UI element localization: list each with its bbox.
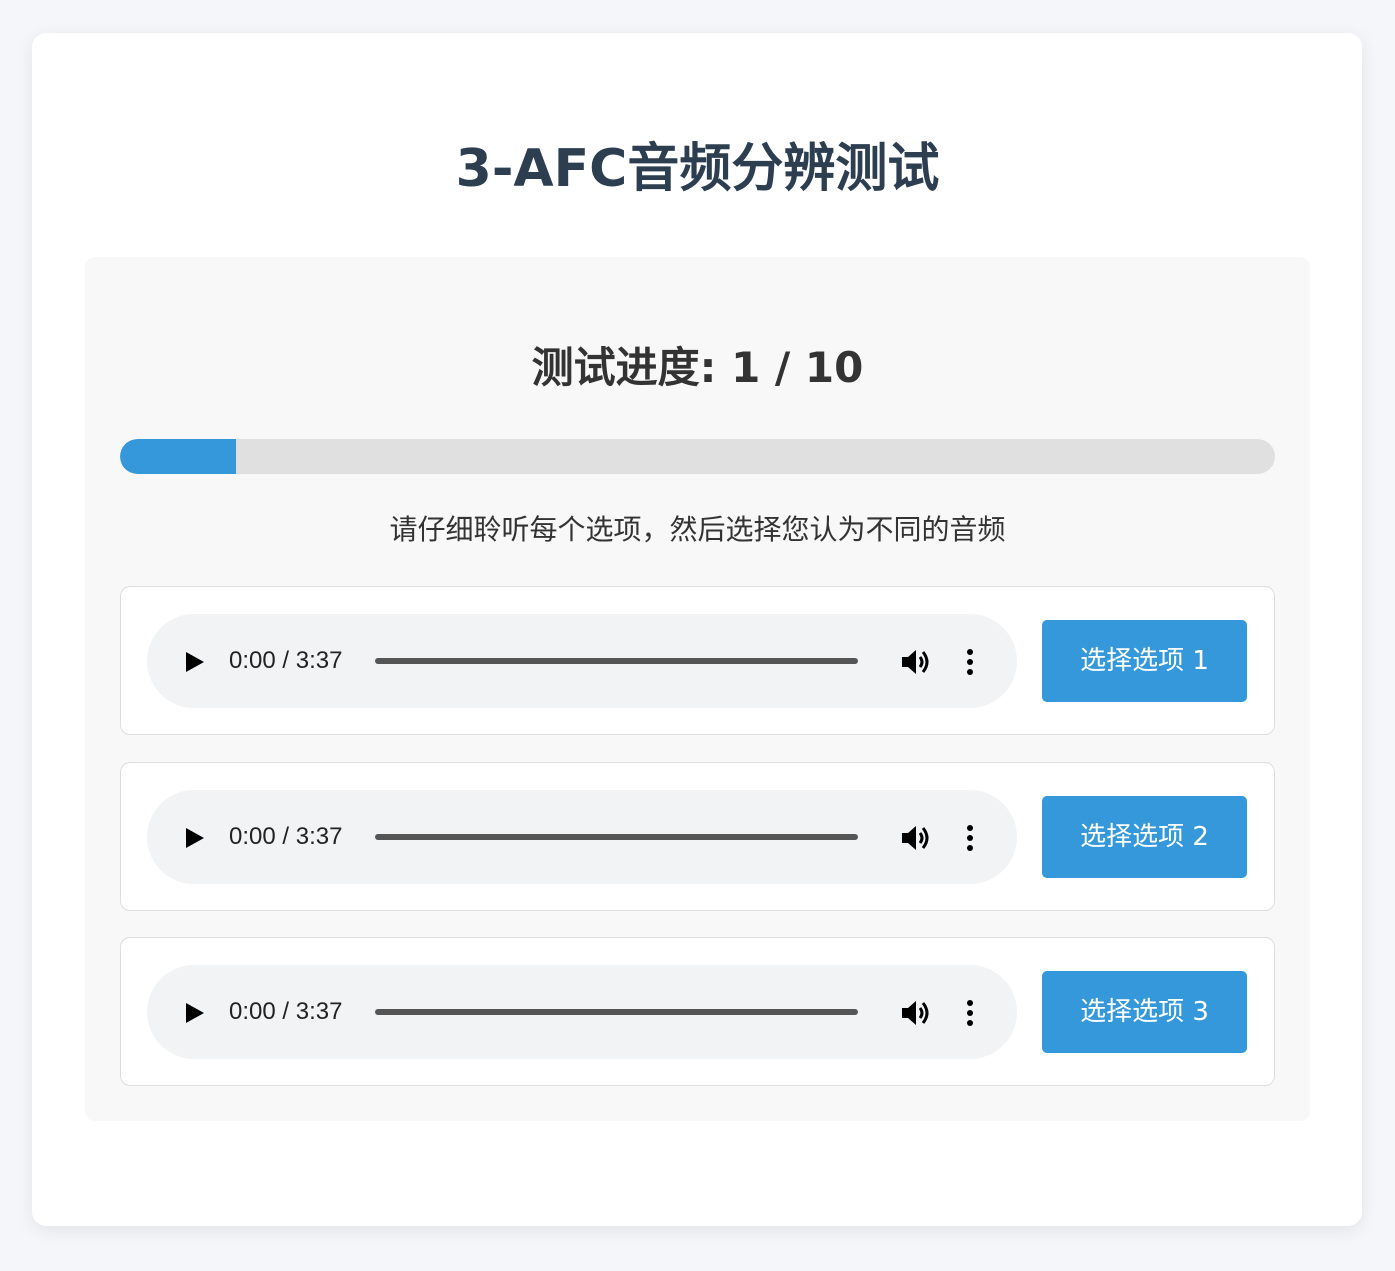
progress-bar	[120, 439, 1275, 474]
volume-icon[interactable]	[900, 648, 930, 676]
progress-title: 测试进度: 1 / 10	[531, 343, 864, 392]
progress-bar-fill	[120, 439, 236, 474]
seek-bar[interactable]	[375, 658, 858, 664]
more-vertical-icon[interactable]	[963, 999, 977, 1027]
audio-time: 0:00 / 3:37	[229, 998, 343, 1025]
page-title: 3-AFC音频分辨测试	[455, 139, 940, 199]
more-vertical-icon[interactable]	[963, 824, 977, 852]
audio-player-1[interactable]: 0:00 / 3:37	[147, 614, 1017, 708]
audio-time: 0:00 / 3:37	[229, 647, 343, 674]
seek-bar[interactable]	[375, 834, 858, 840]
audio-time: 0:00 / 3:37	[229, 823, 343, 850]
seek-bar[interactable]	[375, 1009, 858, 1015]
option-row-1: 0:00 / 3:37 选择选项 1	[120, 586, 1275, 735]
volume-icon[interactable]	[900, 999, 930, 1027]
audio-player-2[interactable]: 0:00 / 3:37	[147, 790, 1017, 884]
play-icon[interactable]	[186, 652, 204, 672]
option-row-2: 0:00 / 3:37 选择选项 2	[120, 762, 1275, 911]
select-option-2-button[interactable]: 选择选项 2	[1042, 796, 1247, 878]
more-vertical-icon[interactable]	[963, 648, 977, 676]
audio-player-3[interactable]: 0:00 / 3:37	[147, 965, 1017, 1059]
select-option-1-button[interactable]: 选择选项 1	[1042, 620, 1247, 702]
select-option-3-button[interactable]: 选择选项 3	[1042, 971, 1247, 1053]
play-icon[interactable]	[186, 828, 204, 848]
option-row-3: 0:00 / 3:37 选择选项 3	[120, 937, 1275, 1086]
volume-icon[interactable]	[900, 824, 930, 852]
play-icon[interactable]	[186, 1003, 204, 1023]
instructions-text: 请仔细聆听每个选项，然后选择您认为不同的音频	[389, 513, 1006, 546]
